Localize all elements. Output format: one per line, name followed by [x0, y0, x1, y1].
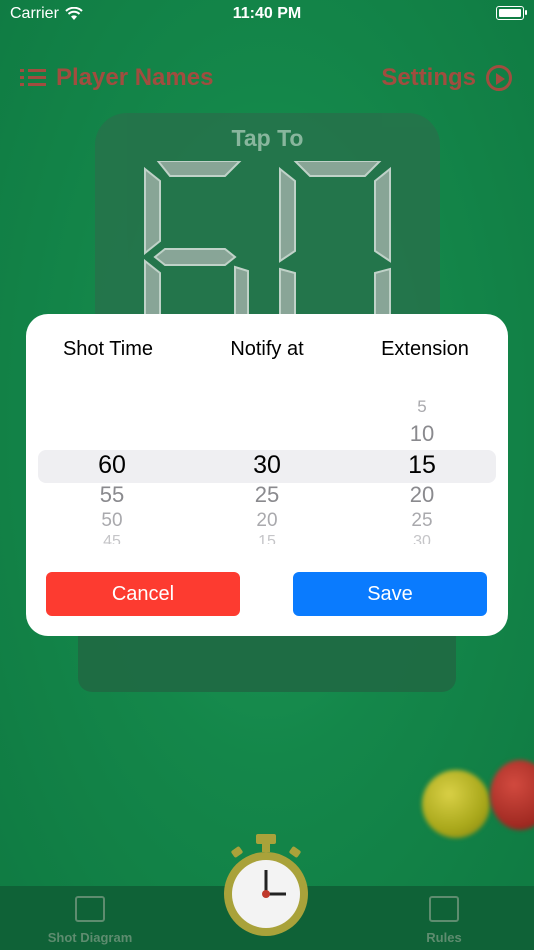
picker-wheels: 60 55 50 45 30 25 20 15 5 10 15 20 25 30 — [26, 384, 508, 544]
picker-option: 20 — [409, 482, 435, 507]
picker-option: 15 — [258, 533, 276, 544]
picker-option: 30 — [413, 533, 431, 544]
picker-option: 5 — [417, 397, 427, 416]
shot-time-selected: 60 — [98, 451, 126, 479]
status-bar: Carrier 11:40 PM — [0, 0, 534, 28]
picker-option: 55 — [99, 482, 125, 507]
picker-option: 25 — [254, 482, 280, 507]
save-button[interactable]: Save — [293, 572, 487, 616]
play-circle-icon — [486, 65, 512, 91]
tab-shot-diagram[interactable]: Shot Diagram — [40, 896, 140, 945]
picker-option: 50 — [101, 510, 123, 531]
cancel-button[interactable]: Cancel — [46, 572, 240, 616]
diagram-icon — [75, 896, 105, 922]
notify-at-header: Notify at — [230, 338, 304, 360]
tab-shot-diagram-label: Shot Diagram — [47, 930, 133, 945]
shot-time-picker-dialog: Shot Time Notify at Extension 60 55 50 4… — [26, 314, 508, 636]
settings-button[interactable]: Settings — [381, 64, 512, 92]
extension-selected: 15 — [408, 451, 436, 479]
tap-to-label: Tap To — [231, 125, 304, 151]
tab-rules[interactable]: Rules — [410, 896, 478, 945]
stopwatch-icon[interactable] — [220, 832, 312, 942]
picker-option: 20 — [256, 510, 278, 531]
notify-at-selected: 30 — [253, 451, 281, 479]
shot-time-header: Shot Time — [62, 338, 154, 360]
clock: 11:40 PM — [232, 5, 302, 22]
settings-label: Settings — [381, 64, 476, 91]
picker-option: 10 — [409, 421, 435, 446]
book-icon — [429, 896, 459, 922]
player-names-label: Player Names — [56, 64, 214, 91]
list-icon — [20, 67, 46, 89]
red-ball — [490, 760, 534, 830]
extension-header: Extension — [381, 338, 469, 360]
picker-option: 45 — [103, 533, 121, 544]
picker-option: 25 — [411, 510, 433, 531]
yellow-ball — [422, 770, 490, 838]
tab-rules-label: Rules — [426, 930, 462, 945]
player-names-button[interactable]: Player Names — [20, 64, 213, 92]
top-nav: Player Names Settings — [0, 56, 534, 96]
battery-icon — [496, 6, 527, 20]
